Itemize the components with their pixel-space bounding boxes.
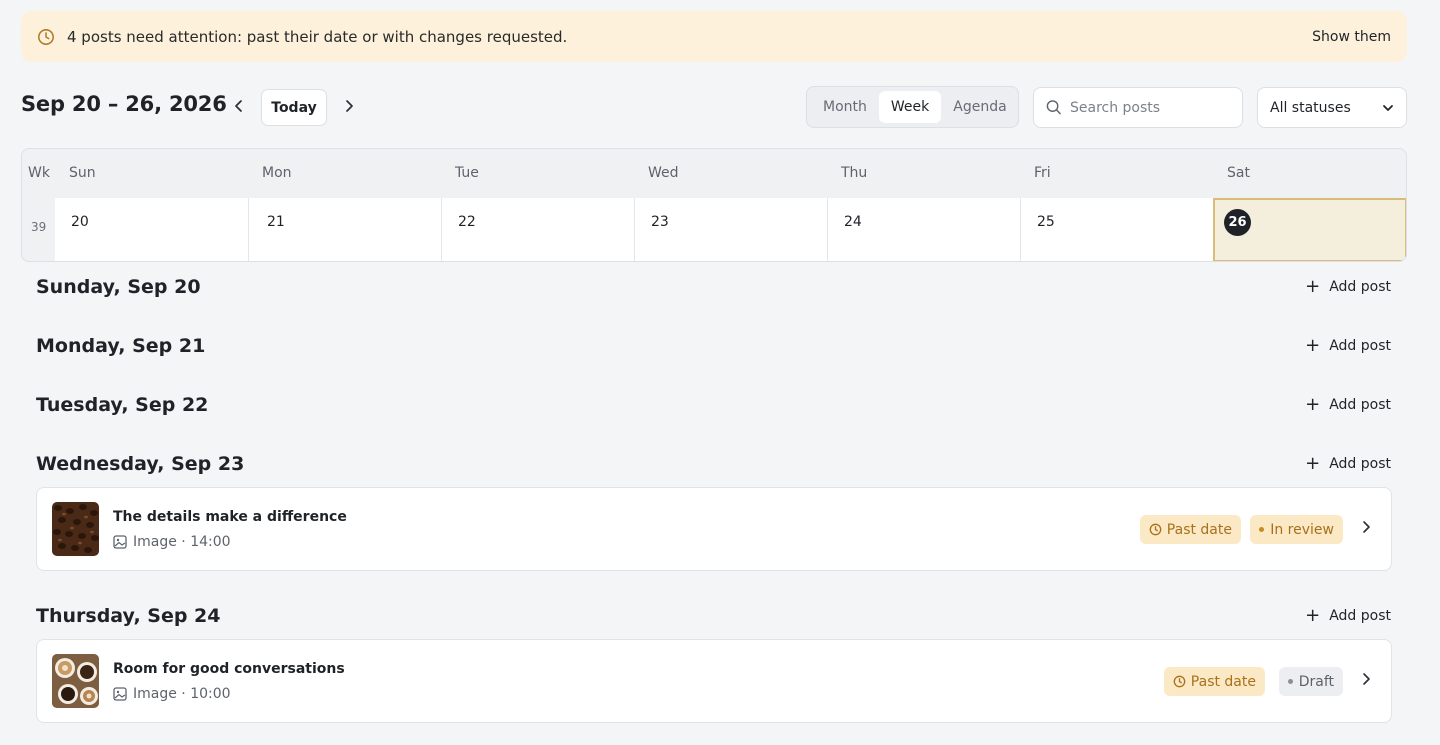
view-agenda-tab[interactable]: Agenda xyxy=(941,91,1018,123)
post-thumbnail xyxy=(52,502,99,556)
past-date-badge: Past date xyxy=(1163,667,1265,696)
plus-icon: + xyxy=(1305,335,1321,356)
status-filter-value: All statuses xyxy=(1270,99,1351,116)
day-cell-tue[interactable]: 22 xyxy=(441,198,634,261)
status-badge: Draft xyxy=(1278,667,1343,696)
chevron-right-icon xyxy=(1363,673,1370,685)
view-month-tab[interactable]: Month xyxy=(811,91,879,123)
week-grid-header: Wk Sun Mon Tue Wed Thu Fri Sat xyxy=(22,149,1406,198)
week-grid: Wk Sun Mon Tue Wed Thu Fri Sat 39 20 21 … xyxy=(21,148,1407,262)
post-title: Room for good conversations xyxy=(113,661,345,677)
post-title: The details make a difference xyxy=(113,509,347,525)
image-icon xyxy=(113,535,127,549)
day-name-sun: Sun xyxy=(69,165,96,181)
past-date-label: Past date xyxy=(1166,521,1232,538)
status-dot xyxy=(1259,527,1265,532)
add-post-button-thursday[interactable]: + Add post xyxy=(1305,607,1391,625)
status-dot xyxy=(1287,679,1293,684)
plus-icon: + xyxy=(1305,276,1321,297)
plus-icon: + xyxy=(1305,453,1321,474)
day-cell-sat-today[interactable]: 26 xyxy=(1213,198,1406,261)
day-heading-thursday: Thursday, Sep 24 xyxy=(36,605,221,627)
attention-banner: 4 posts need attention: past their date … xyxy=(21,11,1407,62)
day-cell-wed[interactable]: 23 xyxy=(634,198,827,261)
status-badge: In review xyxy=(1250,515,1343,544)
show-them-button[interactable]: Show them xyxy=(1312,29,1391,45)
previous-week-button[interactable] xyxy=(227,94,251,118)
day-name-thu: Thu xyxy=(841,165,868,181)
plus-icon: + xyxy=(1305,394,1321,415)
post-meta: Image · 10:00 xyxy=(113,686,231,702)
day-heading-wednesday: Wednesday, Sep 23 xyxy=(36,453,245,475)
day-number: 23 xyxy=(651,214,669,230)
view-switcher: Month Week Agenda xyxy=(806,86,1019,128)
post-thumbnail xyxy=(52,654,99,708)
plus-icon: + xyxy=(1305,605,1321,626)
day-name-fri: Fri xyxy=(1034,165,1051,181)
search-box xyxy=(1033,87,1243,128)
status-label: Draft xyxy=(1298,673,1334,690)
status-label: In review xyxy=(1270,521,1334,538)
add-post-button-monday[interactable]: + Add post xyxy=(1305,337,1391,355)
today-button[interactable]: Today xyxy=(261,89,327,126)
day-number: 21 xyxy=(267,214,285,230)
day-name-mon: Mon xyxy=(262,165,292,181)
clock-icon xyxy=(1173,675,1186,688)
add-post-label: Add post xyxy=(1329,456,1391,472)
day-heading-sunday: Sunday, Sep 20 xyxy=(36,276,201,298)
banner-message: 4 posts need attention: past their date … xyxy=(67,27,568,46)
add-post-button-sunday[interactable]: + Add post xyxy=(1305,278,1391,296)
image-icon xyxy=(113,687,127,701)
post-meta: Image · 14:00 xyxy=(113,534,231,550)
add-post-button-tuesday[interactable]: + Add post xyxy=(1305,396,1391,414)
day-name-wed: Wed xyxy=(648,165,679,181)
chevron-right-icon xyxy=(1363,521,1370,533)
add-post-label: Add post xyxy=(1329,338,1391,354)
week-column-label: Wk xyxy=(28,165,50,181)
add-post-label: Add post xyxy=(1329,397,1391,413)
chevron-down-icon xyxy=(1383,104,1393,111)
day-cell-thu[interactable]: 24 xyxy=(827,198,1020,261)
day-heading-tuesday: Tuesday, Sep 22 xyxy=(36,394,209,416)
day-number: 24 xyxy=(844,214,862,230)
past-date-label: Past date xyxy=(1190,673,1256,690)
week-row: 39 20 21 22 23 24 25 26 xyxy=(22,198,1406,261)
day-name-sat: Sat xyxy=(1227,165,1250,181)
day-number: 25 xyxy=(1037,214,1055,230)
chevron-right-icon xyxy=(346,100,353,112)
chevron-left-icon xyxy=(235,100,242,112)
status-filter-select[interactable]: All statuses xyxy=(1257,87,1407,128)
day-heading-monday: Monday, Sep 21 xyxy=(36,335,206,357)
today-date-badge: 26 xyxy=(1224,209,1251,236)
clock-icon xyxy=(1149,523,1162,536)
view-week-tab[interactable]: Week xyxy=(878,91,942,123)
clock-icon xyxy=(38,28,54,45)
day-number: 20 xyxy=(71,214,89,230)
add-post-label: Add post xyxy=(1329,608,1391,624)
post-meta-text: Image · 14:00 xyxy=(133,534,231,550)
add-post-label: Add post xyxy=(1329,279,1391,295)
day-cell-fri[interactable]: 25 xyxy=(1020,198,1213,261)
post-card[interactable]: Room for good conversations Image · 10:0… xyxy=(36,639,1392,723)
search-input[interactable] xyxy=(1070,99,1230,116)
day-number: 22 xyxy=(458,214,476,230)
next-week-button[interactable] xyxy=(337,94,361,118)
date-range-title: Sep 20 – 26, 2026 xyxy=(21,92,227,116)
search-icon xyxy=(1046,100,1061,115)
past-date-badge: Past date xyxy=(1139,515,1241,544)
post-card[interactable]: The details make a difference Image · 14… xyxy=(36,487,1392,571)
week-number: 39 xyxy=(31,220,47,234)
add-post-button-wednesday[interactable]: + Add post xyxy=(1305,455,1391,473)
day-cell-mon[interactable]: 21 xyxy=(248,198,441,261)
day-name-tue: Tue xyxy=(455,165,479,181)
day-cell-sun[interactable]: 20 xyxy=(55,198,248,261)
post-meta-text: Image · 10:00 xyxy=(133,686,231,702)
